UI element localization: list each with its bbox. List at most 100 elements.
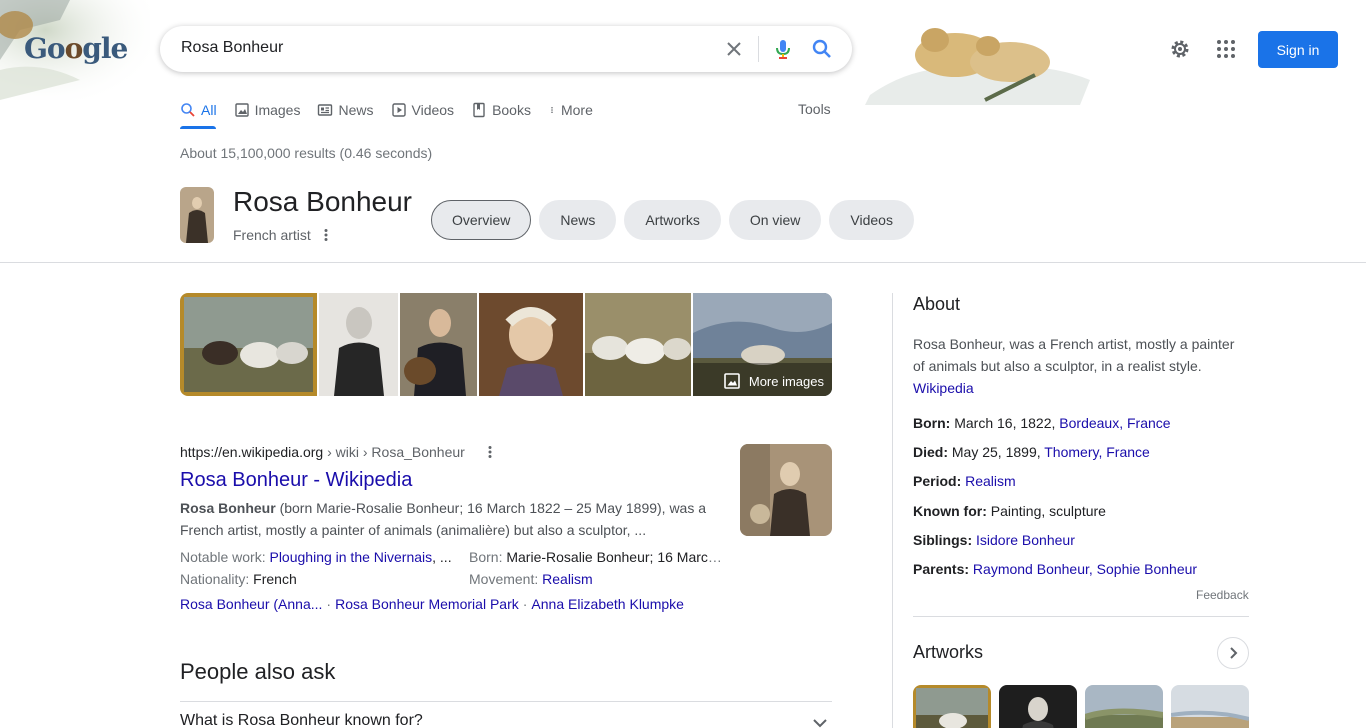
knowledge-panel-section-divider xyxy=(913,616,1249,617)
tab-videos[interactable]: Videos xyxy=(391,100,455,120)
result-thumbnail[interactable] xyxy=(740,444,832,536)
fact-link[interactable]: Thomery, France xyxy=(1044,444,1150,460)
chip-videos[interactable]: Videos xyxy=(829,200,914,240)
image-thumbnail[interactable] xyxy=(479,293,583,396)
result-stats: About 15,100,000 results (0.46 seconds) xyxy=(180,145,433,161)
artworks-carousel xyxy=(913,685,1249,728)
wikipedia-source-link[interactable]: Wikipedia xyxy=(913,380,974,396)
image-thumbnail-more[interactable]: More images xyxy=(693,293,832,396)
fact-label: Siblings: xyxy=(913,531,973,548)
result-facts: Notable work: Ploughing in the Nivernais… xyxy=(180,546,725,590)
fact-link[interactable]: Realism xyxy=(965,473,1016,489)
tab-label: Videos xyxy=(411,102,455,118)
paa-question[interactable]: What is Rosa Bonheur known for? xyxy=(180,712,423,728)
fact-value: Painting, sculpture xyxy=(986,502,1106,519)
artwork-thumbnail[interactable] xyxy=(913,685,991,728)
image-thumbnail[interactable] xyxy=(400,293,477,396)
entity-chips: Overview News Artworks On view Videos xyxy=(431,200,914,240)
result-breadcrumb: › wiki › Rosa_Bonheur xyxy=(323,444,465,460)
chip-news[interactable]: News xyxy=(539,200,617,240)
sitelink[interactable]: Anna Elizabeth Klumpke xyxy=(531,596,684,612)
tab-label: Books xyxy=(492,102,531,118)
entity-thumbnail[interactable] xyxy=(180,187,214,243)
settings-gear-icon[interactable] xyxy=(1168,37,1192,61)
search-box[interactable]: Rosa Bonheur xyxy=(160,26,852,72)
fact-known-for: Known for: Painting, sculpture xyxy=(913,500,1249,529)
tab-label: More xyxy=(560,102,593,118)
tab-label: All xyxy=(201,102,217,118)
snippet-bold: Rosa Bonheur xyxy=(180,500,276,516)
about-description: Rosa Bonheur, was a French artist, mostl… xyxy=(913,333,1249,399)
chevron-down-icon[interactable] xyxy=(811,714,829,728)
result-title-link[interactable]: Rosa Bonheur - Wikipedia xyxy=(180,469,412,492)
more-options-icon[interactable] xyxy=(318,227,334,243)
entity-title: Rosa Bonheur xyxy=(233,186,413,217)
tab-all[interactable]: All xyxy=(180,100,217,120)
artwork-thumbnail[interactable] xyxy=(1171,685,1249,728)
fact-value: May 25, 1899, xyxy=(948,444,1045,461)
tab-news[interactable]: News xyxy=(317,100,374,120)
header-divider xyxy=(0,262,1366,263)
search-tabs: All Images News Videos Books More xyxy=(180,100,610,130)
about-heading: About xyxy=(913,294,961,314)
fact-ellipsis: , ... xyxy=(432,549,452,565)
news-icon xyxy=(318,104,333,116)
fact-link[interactable]: Isidore Bonheur xyxy=(976,532,1075,548)
google-logo[interactable]: Google xyxy=(24,32,128,65)
sitelink[interactable]: Rosa Bonheur (Anna... xyxy=(180,596,322,612)
fact-label: Parents: xyxy=(913,560,970,577)
result-snippet: Rosa Bonheur (born Marie-Rosalie Bonheur… xyxy=(180,497,720,541)
artworks-next-button[interactable] xyxy=(1217,637,1249,669)
fact-label: Period: xyxy=(913,473,962,490)
chip-overview[interactable]: Overview xyxy=(431,200,532,240)
more-images-link[interactable]: More images xyxy=(723,372,824,390)
chip-artworks[interactable]: Artworks xyxy=(624,200,721,240)
sign-in-button[interactable]: Sign in xyxy=(1258,31,1338,68)
tab-images[interactable]: Images xyxy=(234,100,300,120)
chevron-right-icon xyxy=(1230,647,1238,659)
artwork-thumbnail[interactable] xyxy=(999,685,1077,728)
tools-button[interactable]: Tools xyxy=(798,101,831,117)
search-divider xyxy=(758,36,759,62)
fact-died: Died: May 25, 1899, Thomery, France xyxy=(913,441,1249,470)
image-thumbnail[interactable] xyxy=(585,293,691,396)
fact-period: Period: Realism xyxy=(913,470,1249,499)
fact-label: Known for: xyxy=(913,502,987,519)
result-url[interactable]: https://en.wikipedia.org › wiki › Rosa_B… xyxy=(180,444,465,460)
fact-link[interactable]: Bordeaux, France xyxy=(1059,415,1170,431)
tab-more[interactable]: More xyxy=(548,100,593,120)
feedback-link[interactable]: Feedback xyxy=(1196,588,1249,602)
fact-link[interactable]: Raymond Bonheur, Sophie Bonheur xyxy=(973,561,1197,577)
movement-link[interactable]: Realism xyxy=(542,571,593,587)
clear-icon[interactable] xyxy=(722,37,746,61)
entity-subtitle: French artist xyxy=(233,227,311,243)
image-thumbnail[interactable] xyxy=(319,293,398,396)
separator: · xyxy=(522,596,528,612)
sitelink[interactable]: Rosa Bonheur Memorial Park xyxy=(335,596,519,612)
artwork-thumbnail[interactable] xyxy=(1085,685,1163,728)
fact-born: Born: March 16, 1822, Bordeaux, France xyxy=(913,412,1249,441)
video-icon xyxy=(391,103,406,117)
image-icon xyxy=(234,103,249,117)
artworks-heading: Artworks xyxy=(913,642,984,662)
tab-books[interactable]: Books xyxy=(471,100,531,120)
separator: · xyxy=(326,596,332,612)
doodle-right-illustration xyxy=(865,28,1090,105)
notable-work-link[interactable]: Ploughing in the Nivernais xyxy=(269,549,432,565)
knowledge-panel-divider xyxy=(892,293,893,728)
microphone-icon[interactable] xyxy=(771,37,795,61)
result-menu-icon[interactable] xyxy=(482,444,498,460)
image-thumbnail[interactable] xyxy=(180,293,317,396)
search-icon[interactable] xyxy=(810,37,834,61)
search-input[interactable]: Rosa Bonheur xyxy=(181,39,283,57)
fact-label: Born: xyxy=(913,415,951,431)
tab-label: News xyxy=(338,102,374,118)
people-also-ask-heading: People also ask xyxy=(180,659,336,684)
apps-grid-icon[interactable] xyxy=(1214,37,1238,61)
description-text: Rosa Bonheur, was a French artist, mostl… xyxy=(913,336,1235,374)
fact-label: Nationality: xyxy=(180,571,254,587)
chip-on-view[interactable]: On view xyxy=(728,200,822,240)
active-tab-indicator xyxy=(180,126,216,129)
image-icon xyxy=(724,373,740,389)
portrait-image xyxy=(180,187,214,243)
